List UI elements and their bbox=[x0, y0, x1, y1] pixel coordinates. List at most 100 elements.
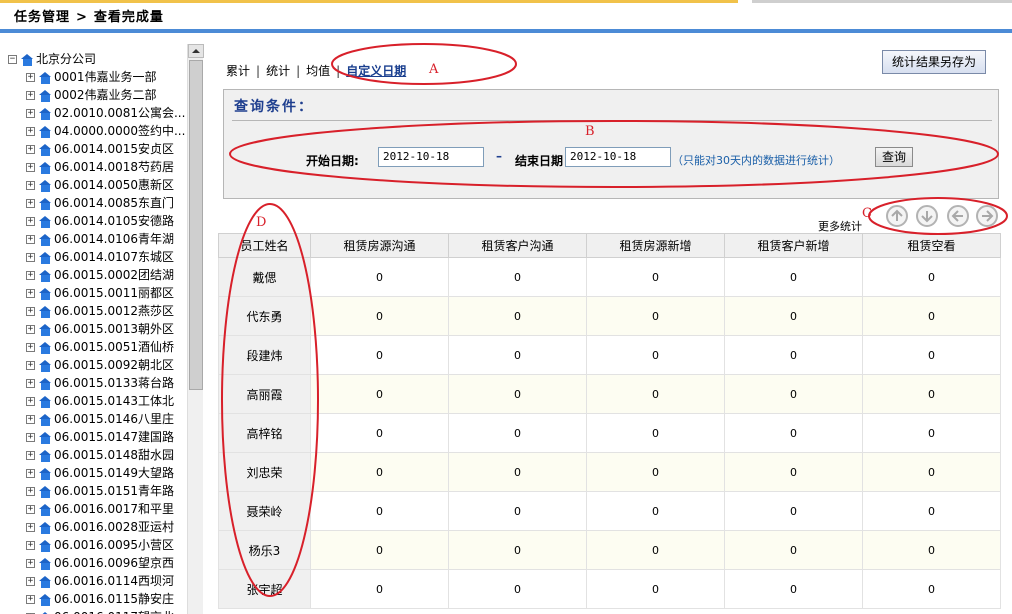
tree-item[interactable]: +06.0016.0114西坝河 bbox=[8, 572, 188, 590]
expand-icon[interactable]: + bbox=[26, 109, 35, 118]
start-date-input[interactable]: 2012-10-18 bbox=[378, 147, 484, 167]
expand-icon[interactable]: + bbox=[26, 361, 35, 370]
sidebar: − 北京分公司 +0001伟嘉业务一部 +0002伟嘉业务二部 +02.0010.00… bbox=[0, 42, 204, 614]
tree-item-label: 02.0010.0081公寓会... bbox=[54, 106, 186, 120]
expand-icon[interactable]: + bbox=[26, 523, 35, 532]
value-cell: 0 bbox=[448, 413, 587, 453]
tree-item[interactable]: +06.0016.0096望京西 bbox=[8, 554, 188, 572]
collapse-icon[interactable]: − bbox=[8, 55, 17, 64]
query-button[interactable]: 查询 bbox=[875, 147, 913, 167]
expand-icon[interactable]: + bbox=[26, 181, 35, 190]
arrow-left-icon[interactable] bbox=[947, 205, 969, 227]
tree-item[interactable]: +06.0015.0148甜水园 bbox=[8, 446, 188, 464]
value-cell: 0 bbox=[586, 452, 725, 492]
tree-item[interactable]: +06.0015.0092朝北区 bbox=[8, 356, 188, 374]
scroll-up-arrow-icon[interactable] bbox=[188, 44, 204, 58]
arrow-down-icon[interactable] bbox=[916, 205, 938, 227]
breadcrumb: 任务管理 > 查看完成量 bbox=[14, 6, 164, 25]
end-date-input[interactable]: 2012-10-18 bbox=[565, 147, 671, 167]
tree-item[interactable]: +06.0014.0105安德路 bbox=[8, 212, 188, 230]
tree-item[interactable]: +06.0016.0028亚运村 bbox=[8, 518, 188, 536]
expand-icon[interactable]: + bbox=[26, 307, 35, 316]
expand-icon[interactable]: + bbox=[26, 235, 35, 244]
tree-root[interactable]: − 北京分公司 bbox=[8, 50, 188, 68]
expand-icon[interactable]: + bbox=[26, 145, 35, 154]
annotation-label-d: D bbox=[256, 215, 267, 230]
expand-icon[interactable]: + bbox=[26, 559, 35, 568]
expand-icon[interactable]: + bbox=[26, 199, 35, 208]
org-tree: − 北京分公司 +0001伟嘉业务一部 +0002伟嘉业务二部 +02.0010.00… bbox=[8, 50, 188, 614]
expand-icon[interactable]: + bbox=[26, 217, 35, 226]
tree-item[interactable]: +06.0015.0002团结湖 bbox=[8, 266, 188, 284]
expand-icon[interactable]: + bbox=[26, 433, 35, 442]
tree-item[interactable]: +06.0016.0115静安庄 bbox=[8, 590, 188, 608]
value-cell: 0 bbox=[310, 452, 449, 492]
tab-statistics[interactable]: 统计 bbox=[266, 64, 290, 78]
table-row: 聂荣岭 0 0 0 0 0 bbox=[218, 491, 1001, 531]
breadcrumb-section[interactable]: 任务管理 bbox=[14, 10, 70, 25]
tree-item[interactable]: +06.0015.0151青年路 bbox=[8, 482, 188, 500]
tree-item[interactable]: +06.0015.0149大望路 bbox=[8, 464, 188, 482]
expand-icon[interactable]: + bbox=[26, 487, 35, 496]
tab-average[interactable]: 均值 bbox=[306, 64, 330, 78]
export-results-button[interactable]: 统计结果另存为 bbox=[882, 50, 986, 74]
tree-item[interactable]: +06.0015.0013朝外区 bbox=[8, 320, 188, 338]
expand-icon[interactable]: + bbox=[26, 271, 35, 280]
sidebar-scrollbar[interactable] bbox=[187, 44, 204, 614]
tree-item[interactable]: +02.0010.0081公寓会... bbox=[8, 104, 188, 122]
value-cell: 0 bbox=[724, 491, 863, 531]
tree-item[interactable]: +06.0014.0018芍药居 bbox=[8, 158, 188, 176]
tree-item[interactable]: +06.0015.0146八里庄 bbox=[8, 410, 188, 428]
tree-item[interactable]: +06.0015.0011丽都区 bbox=[8, 284, 188, 302]
expand-icon[interactable]: + bbox=[26, 469, 35, 478]
arrow-up-icon[interactable] bbox=[886, 205, 908, 227]
house-icon bbox=[21, 53, 34, 66]
employee-name-cell: 代东勇 bbox=[218, 296, 311, 336]
expand-icon[interactable]: + bbox=[26, 505, 35, 514]
house-icon bbox=[39, 341, 52, 354]
tree-item[interactable]: +06.0014.0050惠新区 bbox=[8, 176, 188, 194]
value-cell: 0 bbox=[448, 374, 587, 414]
tree-item[interactable]: +06.0014.0106青年湖 bbox=[8, 230, 188, 248]
expand-icon[interactable]: + bbox=[26, 451, 35, 460]
tree-item[interactable]: +06.0015.0012燕莎区 bbox=[8, 302, 188, 320]
expand-icon[interactable]: + bbox=[26, 343, 35, 352]
expand-icon[interactable]: + bbox=[26, 91, 35, 100]
tab-cumulative[interactable]: 累计 bbox=[226, 64, 250, 78]
tree-item[interactable]: +06.0014.0107东城区 bbox=[8, 248, 188, 266]
employee-name-cell: 高丽霞 bbox=[218, 374, 311, 414]
tree-item[interactable]: +06.0014.0015安贞区 bbox=[8, 140, 188, 158]
tree-item-label: 06.0014.0015安贞区 bbox=[54, 142, 174, 156]
tree-item[interactable]: +06.0015.0133蒋台路 bbox=[8, 374, 188, 392]
table-row: 杨乐3 0 0 0 0 0 bbox=[218, 530, 1001, 570]
expand-icon[interactable]: + bbox=[26, 577, 35, 586]
tree-item[interactable]: +0002伟嘉业务二部 bbox=[8, 86, 188, 104]
tab-custom-date[interactable]: 自定义日期 bbox=[346, 64, 406, 78]
tree-item[interactable]: +0001伟嘉业务一部 bbox=[8, 68, 188, 86]
expand-icon[interactable]: + bbox=[26, 127, 35, 136]
expand-icon[interactable]: + bbox=[26, 379, 35, 388]
expand-icon[interactable]: + bbox=[26, 289, 35, 298]
expand-icon[interactable]: + bbox=[26, 541, 35, 550]
top-strip-yellow bbox=[0, 0, 738, 3]
tree-item-label: 06.0015.0013朝外区 bbox=[54, 322, 174, 336]
tree-item[interactable]: +06.0016.0117望京北 bbox=[8, 608, 188, 614]
scroll-thumb[interactable] bbox=[189, 60, 203, 390]
expand-icon[interactable]: + bbox=[26, 73, 35, 82]
expand-icon[interactable]: + bbox=[26, 397, 35, 406]
value-cell: 0 bbox=[862, 569, 1001, 609]
tree-item[interactable]: +04.0000.0000签约中... bbox=[8, 122, 188, 140]
expand-icon[interactable]: + bbox=[26, 415, 35, 424]
tree-item[interactable]: +06.0015.0143工体北 bbox=[8, 392, 188, 410]
tree-item[interactable]: +06.0016.0017和平里 bbox=[8, 500, 188, 518]
tree-item[interactable]: +06.0015.0147建国路 bbox=[8, 428, 188, 446]
expand-icon[interactable]: + bbox=[26, 595, 35, 604]
expand-icon[interactable]: + bbox=[26, 253, 35, 262]
tree-item[interactable]: +06.0015.0051酒仙桥 bbox=[8, 338, 188, 356]
arrow-right-icon[interactable] bbox=[976, 205, 998, 227]
tree-item-label: 06.0015.0002团结湖 bbox=[54, 268, 174, 282]
expand-icon[interactable]: + bbox=[26, 325, 35, 334]
tree-item[interactable]: +06.0014.0085东直门 bbox=[8, 194, 188, 212]
tree-item[interactable]: +06.0016.0095小营区 bbox=[8, 536, 188, 554]
expand-icon[interactable]: + bbox=[26, 163, 35, 172]
